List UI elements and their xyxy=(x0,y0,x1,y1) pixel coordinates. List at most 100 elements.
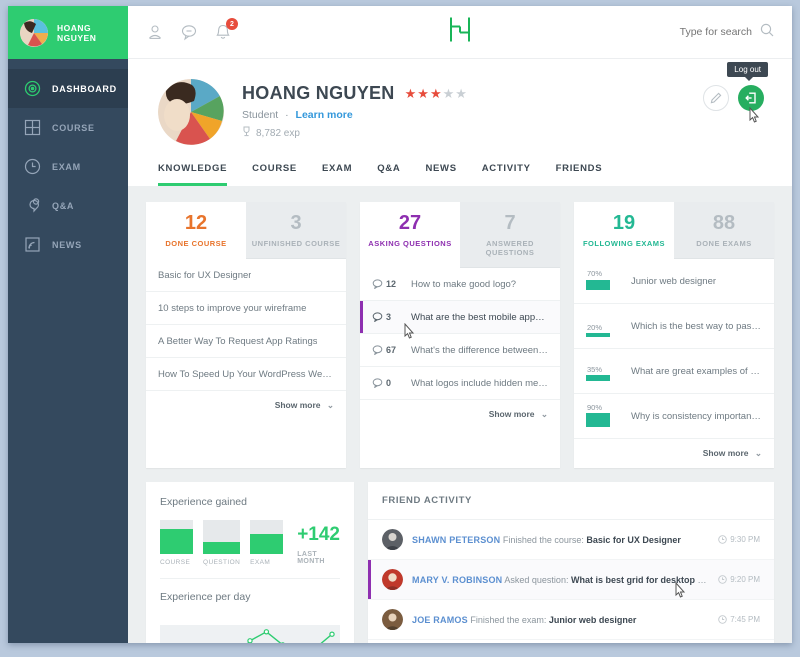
experience-card: Experience gained COURSE QUESTION EXAM +… xyxy=(146,482,354,643)
sidebar-item-qa[interactable]: Q&A xyxy=(8,186,128,225)
stat-number: 19 xyxy=(612,212,636,234)
list-item[interactable]: How To Speed Up Your WordPress Website xyxy=(146,358,346,391)
exam-title: What are great examples of viral UX/UI .… xyxy=(631,365,762,377)
activity-action: Finished the course: xyxy=(502,534,584,545)
list-item[interactable]: JOE RAMOS Finished the exam: Junior web … xyxy=(368,600,774,640)
sidebar-item-exam[interactable]: EXAM xyxy=(8,147,128,186)
list-item[interactable]: Basic for UX Designer xyxy=(146,259,346,292)
stat-number: 3 xyxy=(290,212,302,234)
stat-number: 27 xyxy=(398,212,422,234)
avatar xyxy=(382,569,403,590)
stat-label: ASKING QUESTIONS xyxy=(368,239,452,248)
rating-stars: ★ ★ ★ ★ ★ xyxy=(405,87,467,100)
list-item[interactable]: SEAN WALKER Answered question: How to ma… xyxy=(368,640,774,643)
sidebar-item-course[interactable]: COURSE xyxy=(8,108,128,147)
card-tabs: 27 ASKING QUESTIONS 7 ANSWERED QUESTIONS xyxy=(360,202,560,268)
profile-header: HOANG NGUYEN ★ ★ ★ ★ ★ Student · Learn m… xyxy=(128,59,792,186)
course-title: Basic for UX Designer xyxy=(158,269,252,281)
list-item[interactable]: 3 What are the best mobile apps for ... xyxy=(360,301,560,339)
list-item[interactable]: 90% Why is consistency important in desi… xyxy=(574,394,774,439)
time-value: 9:20 PM xyxy=(730,575,760,584)
search-icon[interactable] xyxy=(760,23,774,42)
list-item[interactable]: A Better Way To Request App Ratings xyxy=(146,325,346,358)
profile-info: HOANG NGUYEN ★ ★ ★ ★ ★ Student · Learn m… xyxy=(242,79,467,140)
bar-track xyxy=(250,520,284,554)
role-label: Student xyxy=(242,109,279,121)
speech-icon xyxy=(24,197,41,214)
progress-label: 90% xyxy=(587,403,603,412)
progress-indicator: 35% xyxy=(586,359,622,383)
activity-time: 9:30 PM xyxy=(718,535,760,544)
user-icon[interactable] xyxy=(146,23,164,41)
show-more-label: Show more xyxy=(274,400,321,410)
friend-name[interactable]: MARY V. ROBINSON xyxy=(412,575,502,585)
progress-bar xyxy=(586,413,610,427)
list-item[interactable]: SHAWN PETERSON Finished the course: Basi… xyxy=(368,520,774,560)
brand-header[interactable]: HOANG NGUYEN xyxy=(8,6,128,59)
trophy-icon xyxy=(242,126,251,140)
edit-button[interactable] xyxy=(703,85,729,111)
stat-label: FOLLOWING EXAMS xyxy=(582,239,666,248)
bar-fill xyxy=(203,542,241,554)
tab-done-course[interactable]: 12 DONE COURSE xyxy=(146,202,246,259)
activity-object[interactable]: What is best grid for desktop web? xyxy=(571,575,709,585)
tab-news[interactable]: NEWS xyxy=(425,163,456,186)
progress-bar xyxy=(586,280,610,290)
list-item[interactable]: 20% Which is the best way to pass the PM… xyxy=(574,304,774,349)
list-item[interactable]: 70% Junior web designer xyxy=(574,259,774,304)
tab-course[interactable]: COURSE xyxy=(252,163,297,186)
list-item[interactable]: MARY V. ROBINSON Asked question: What is… xyxy=(368,560,774,600)
bell-icon[interactable]: 2 xyxy=(214,18,238,41)
total-value: +142 xyxy=(297,524,340,545)
tab-activity[interactable]: ACTIVITY xyxy=(482,163,531,186)
h-logo[interactable] xyxy=(447,15,473,50)
list-item[interactable]: 12 How to make good logo? xyxy=(360,268,560,301)
tab-asking-questions[interactable]: 27 ASKING QUESTIONS xyxy=(360,202,460,268)
search-input[interactable] xyxy=(642,26,752,38)
grid-icon xyxy=(24,119,41,136)
activity-text: MARY V. ROBINSON Asked question: What is… xyxy=(412,575,709,585)
tab-following-exams[interactable]: 19 FOLLOWING EXAMS xyxy=(574,202,674,259)
logout-button[interactable] xyxy=(738,85,764,111)
tab-answered-questions[interactable]: 7 ANSWERED QUESTIONS xyxy=(460,202,560,268)
list-item[interactable]: 67 What's the difference between UI and … xyxy=(360,334,560,367)
time-value: 9:30 PM xyxy=(730,535,760,544)
tab-knowledge[interactable]: KNOWLEDGE xyxy=(158,163,228,186)
stat-number: 88 xyxy=(712,212,736,234)
sidebar: HOANG NGUYEN DASHBOARD COURSE EXAM Q&A N… xyxy=(8,6,128,643)
activity-object[interactable]: Junior web designer xyxy=(549,615,637,625)
questions-card: 27 ASKING QUESTIONS 7 ANSWERED QUESTIONS xyxy=(360,202,560,468)
list-item[interactable]: 10 steps to improve your wireframe xyxy=(146,292,346,325)
question-title: What's the difference between UI and ... xyxy=(411,344,548,356)
friend-name[interactable]: JOE RAMOS xyxy=(412,615,468,625)
tab-qa[interactable]: Q&A xyxy=(377,163,400,186)
sidebar-item-dashboard[interactable]: DASHBOARD xyxy=(8,69,128,108)
show-more-button[interactable]: Show more ⌄ xyxy=(574,439,774,468)
search-box[interactable] xyxy=(642,23,774,42)
chevron-down-icon: ⌄ xyxy=(326,400,334,410)
stat-label: DONE COURSE xyxy=(165,239,227,248)
show-more-button[interactable]: Show more ⌄ xyxy=(360,400,560,429)
avatar xyxy=(158,79,224,145)
sidebar-item-news[interactable]: NEWS xyxy=(8,225,128,264)
comment-count: 3 xyxy=(372,312,402,322)
tab-exam[interactable]: EXAM xyxy=(322,163,352,186)
total-label: LAST MONTH xyxy=(297,551,325,565)
brand-avatar xyxy=(20,18,48,47)
activity-object[interactable]: Basic for UX Designer xyxy=(586,535,681,545)
learn-more-link[interactable]: Learn more xyxy=(296,109,353,121)
stats-cards-row: 12 DONE COURSE 3 UNFINISHED COURSE Basic… xyxy=(146,202,774,468)
tab-done-exams[interactable]: 88 DONE EXAMS xyxy=(674,202,774,259)
friend-name[interactable]: SHAWN PETERSON xyxy=(412,535,500,545)
chat-icon[interactable] xyxy=(180,23,198,41)
stat-label: UNFINISHED COURSE xyxy=(251,239,341,248)
list-item[interactable]: 35% What are great examples of viral UX/… xyxy=(574,349,774,394)
show-more-button[interactable]: Show more ⌄ xyxy=(146,391,346,420)
progress-label: 35% xyxy=(587,365,603,374)
course-card: 12 DONE COURSE 3 UNFINISHED COURSE Basic… xyxy=(146,202,346,468)
tab-unfinished-course[interactable]: 3 UNFINISHED COURSE xyxy=(246,202,346,259)
separator: · xyxy=(285,109,289,121)
tab-friends[interactable]: FRIENDS xyxy=(556,163,603,186)
list-item[interactable]: 0 What logos include hidden messages ... xyxy=(360,367,560,400)
friend-activity-title: FRIEND ACTIVITY xyxy=(368,482,774,520)
